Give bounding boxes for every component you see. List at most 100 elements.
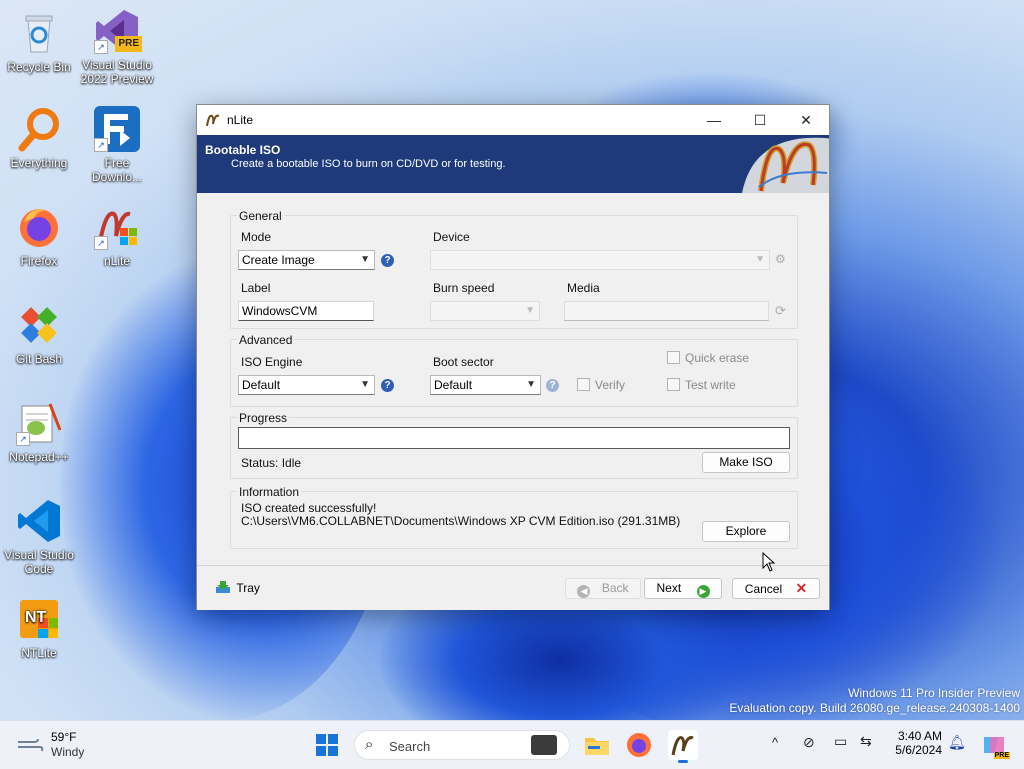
desktop-icon-label: Recycle Bin xyxy=(7,60,71,74)
nlite-logo-icon xyxy=(742,137,829,193)
title-bar[interactable]: nLite — ☐ ✕ xyxy=(197,105,829,135)
iso-engine-help-icon[interactable]: ? xyxy=(381,379,394,392)
verify-checkbox[interactable]: Verify xyxy=(577,378,625,392)
next-arrow-icon: ▶ xyxy=(696,585,710,598)
ethernet-icon[interactable]: ⇆ xyxy=(860,733,872,750)
back-button-label: Back xyxy=(601,581,629,595)
media-field xyxy=(564,301,769,321)
verify-checkbox-label: Verify xyxy=(595,378,626,392)
mode-help-icon[interactable]: ? xyxy=(381,254,394,267)
status-text: Status: Idle xyxy=(241,456,302,470)
boot-sector-select[interactable]: Default ▼ xyxy=(430,375,541,395)
tray-button-label: Tray xyxy=(236,581,260,595)
shortcut-arrow-icon: ↗ xyxy=(94,40,108,54)
device-refresh-icon[interactable]: ⚙ xyxy=(775,252,789,266)
notification-bell-icon[interactable]: 🔔︎ xyxy=(948,734,966,751)
taskbar-firefox[interactable] xyxy=(624,730,654,760)
desktop-icon-label: Firefox xyxy=(20,254,58,268)
clock[interactable]: 3:40 AM 5/6/2024 xyxy=(890,729,942,757)
explore-button[interactable]: Explore xyxy=(702,521,790,542)
window-title: nLite xyxy=(227,113,254,127)
label-input[interactable]: WindowsCVM xyxy=(238,301,374,321)
burn-speed-select[interactable]: ▼ xyxy=(430,301,540,321)
desktop-icon-label: nLite xyxy=(103,254,131,268)
firefox-icon xyxy=(16,204,62,250)
taskbar-search[interactable]: ⌕ Search xyxy=(354,730,570,760)
desktop-icon-label: Visual Studio 2022 Preview xyxy=(80,58,154,86)
pre-badge: PRE xyxy=(115,36,142,52)
next-button[interactable]: Next ▶ xyxy=(644,578,722,599)
cancel-x-icon: ✕ xyxy=(795,580,808,596)
wind-icon xyxy=(18,738,44,752)
desktop-icon-label: NTLite xyxy=(21,646,57,660)
chevron-up-icon[interactable]: ^ xyxy=(772,735,778,750)
taskbar-file-explorer[interactable] xyxy=(582,730,612,760)
media-refresh-icon[interactable]: ⟳ xyxy=(775,303,786,319)
wizard-footer: Tray ◀ Back Next ▶ Cancel ✕ xyxy=(197,565,829,610)
minimize-button[interactable]: — xyxy=(691,105,737,135)
nlite-window: nLite — ☐ ✕ Bootable ISO Create a bootab… xyxy=(196,104,830,610)
nlite-icon: ↗ xyxy=(94,204,140,250)
clock-date: 5/6/2024 xyxy=(895,743,942,757)
mode-label: Mode xyxy=(241,230,272,244)
desktop-icon-everything[interactable]: Everything xyxy=(1,106,77,170)
display-icon[interactable]: ▭ xyxy=(834,733,847,750)
next-button-label: Next xyxy=(656,581,682,595)
weather-desc: Windy xyxy=(51,745,85,759)
cancel-button-label: Cancel xyxy=(744,582,783,596)
nlite-icon xyxy=(671,736,694,756)
close-button[interactable]: ✕ xyxy=(783,105,829,135)
svg-text:NT: NT xyxy=(25,609,47,626)
test-write-checkbox[interactable]: Test write xyxy=(667,378,736,392)
recycle-bin-icon xyxy=(16,10,62,56)
firefox-icon xyxy=(627,733,651,757)
chevron-down-icon: ▼ xyxy=(360,254,370,265)
desktop-icon-firefox[interactable]: Firefox xyxy=(1,204,77,268)
desktop-icon-visual-studio-2022-preview[interactable]: PRE ↗ Visual Studio 2022 Preview xyxy=(79,8,155,86)
desktop-icon-git-bash[interactable]: Git Bash xyxy=(1,302,77,366)
maximize-button[interactable]: ☐ xyxy=(737,105,783,135)
desktop-icon-label: Notepad++ xyxy=(9,450,69,464)
desktop-icon-recycle-bin[interactable]: Recycle Bin xyxy=(1,10,77,74)
iso-engine-select[interactable]: Default ▼ xyxy=(238,375,375,395)
weather-widget[interactable]: 59°F Windy xyxy=(14,730,124,760)
desktop-icon-visual-studio-code[interactable]: Visual Studio Code xyxy=(1,498,77,576)
tray-button[interactable]: Tray xyxy=(215,580,260,595)
chevron-down-icon: ▼ xyxy=(526,379,536,390)
vscode-icon xyxy=(16,498,62,544)
boot-sector-help-icon[interactable]: ? xyxy=(546,379,559,392)
free-download-manager-icon: ↗ xyxy=(94,106,140,152)
desktop-icon-label: Visual Studio Code xyxy=(4,548,74,576)
quick-erase-checkbox[interactable]: Quick erase xyxy=(667,351,749,365)
desktop-icon-label: Free Downlo... xyxy=(91,156,143,184)
start-button[interactable] xyxy=(312,730,342,760)
info-message-line2: C:\Users\VM6.COLLABNET\Documents\Windows… xyxy=(241,514,681,528)
checkbox-box xyxy=(577,378,590,391)
copilot-button[interactable]: PRE xyxy=(980,731,1010,759)
boot-sector-select-value: Default xyxy=(434,378,473,392)
clock-time: 3:40 AM xyxy=(897,729,942,743)
back-button[interactable]: ◀ Back xyxy=(565,578,641,599)
progress-group-label: Progress xyxy=(237,411,290,425)
notepad-plus-plus-icon: ↗ xyxy=(16,400,62,446)
desktop-icon-free-download[interactable]: ↗ Free Downlo... xyxy=(79,106,155,184)
git-bash-icon xyxy=(16,302,62,348)
general-group-label: General xyxy=(237,209,284,223)
taskbar-nlite[interactable] xyxy=(668,730,698,763)
desktop-icon-nlite[interactable]: ↗ nLite xyxy=(79,204,155,268)
desktop-icon-notepad-plus-plus[interactable]: ↗ Notepad++ xyxy=(1,400,77,464)
mode-select[interactable]: Create Image ▼ xyxy=(238,250,375,270)
make-iso-button[interactable]: Make ISO xyxy=(702,452,790,473)
device-select[interactable]: ▼ xyxy=(430,250,770,270)
network-off-icon[interactable]: ⊘ xyxy=(803,734,815,751)
chevron-down-icon: ▼ xyxy=(525,305,535,316)
active-indicator xyxy=(678,760,688,763)
page-title: Bootable ISO xyxy=(205,143,281,157)
chevron-down-icon: ▼ xyxy=(755,254,765,265)
mouse-cursor-icon xyxy=(762,552,776,572)
desktop-icon-ntlite[interactable]: NT NTLite xyxy=(1,596,77,660)
cancel-button[interactable]: Cancel ✕ xyxy=(732,578,820,599)
visual-studio-preview-icon: PRE ↗ xyxy=(94,8,142,54)
search-icon: ⌕ xyxy=(365,736,374,753)
folder-icon xyxy=(585,738,609,755)
